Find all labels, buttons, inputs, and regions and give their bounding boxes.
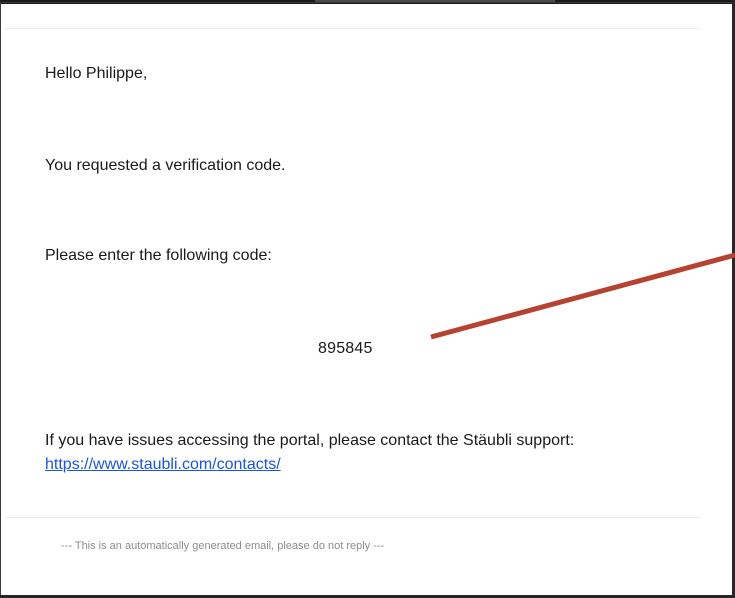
header-divider	[5, 28, 700, 29]
footer-divider	[5, 517, 700, 518]
requested-code-text: You requested a verification code.	[45, 157, 286, 174]
support-text: If you have issues accessing the portal,…	[45, 432, 575, 449]
auto-generated-footer-note: --- This is an automatically generated e…	[61, 540, 385, 552]
enter-code-instruction: Please enter the following code:	[45, 247, 272, 264]
email-frame	[0, 2, 733, 596]
greeting-text: Hello Philippe,	[45, 65, 148, 82]
support-link[interactable]: https://www.staubli.com/contacts/	[45, 456, 281, 474]
verification-code: 895845	[318, 340, 373, 357]
